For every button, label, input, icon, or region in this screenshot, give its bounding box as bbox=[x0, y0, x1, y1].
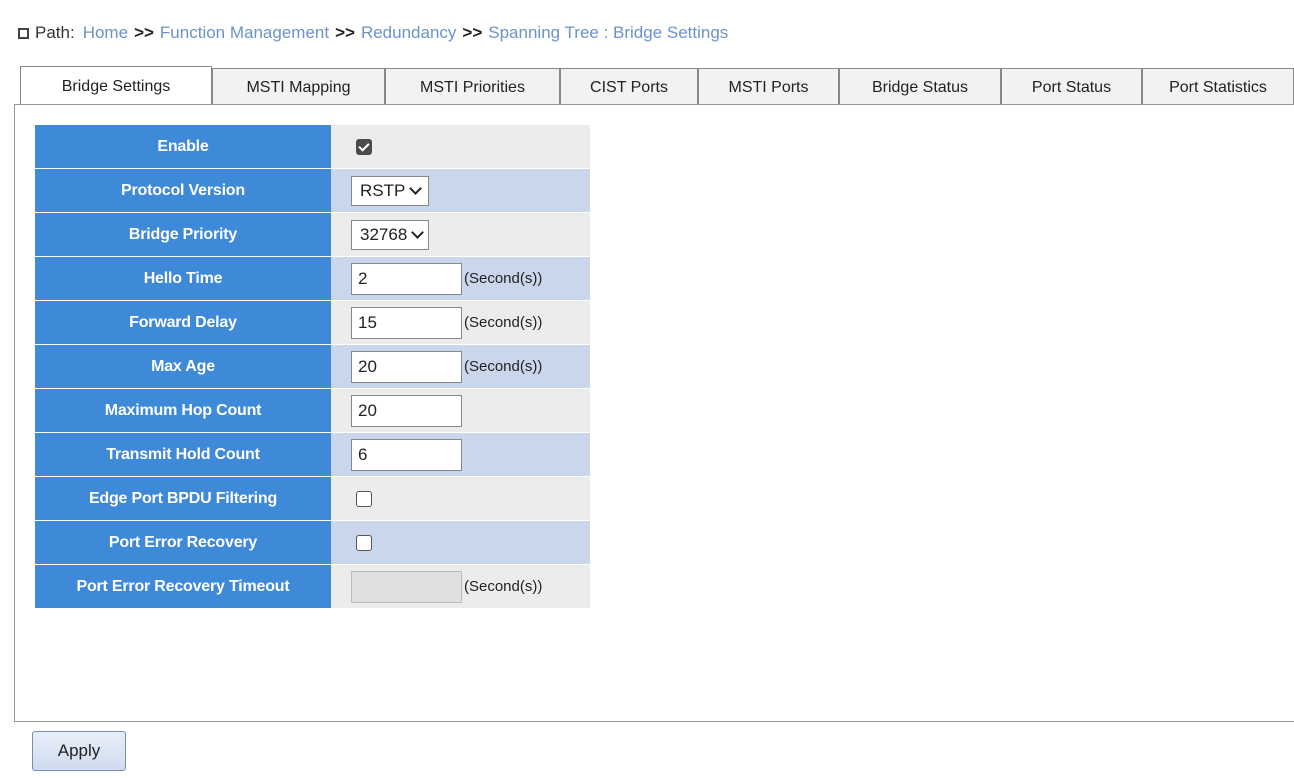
enable-label: Enable bbox=[35, 125, 331, 168]
form-row-protocol-version: Protocol Version RSTP bbox=[35, 169, 590, 212]
breadcrumb-home[interactable]: Home bbox=[83, 23, 128, 43]
breadcrumb-function-management[interactable]: Function Management bbox=[160, 23, 329, 43]
chevron-down-icon bbox=[411, 225, 425, 239]
tab-bridge-settings[interactable]: Bridge Settings bbox=[20, 66, 212, 106]
hello-time-unit: (Second(s)) bbox=[464, 270, 543, 287]
form-row-port-error-recovery: Port Error Recovery bbox=[35, 521, 590, 564]
breadcrumb-separator: >> bbox=[462, 23, 483, 42]
form-row-hello-time: Hello Time 2 (Second(s)) bbox=[35, 257, 590, 300]
form-row-edge-bpdu-filtering: Edge Port BPDU Filtering bbox=[35, 477, 590, 520]
tab-bridge-status[interactable]: Bridge Status bbox=[839, 68, 1001, 106]
bridge-settings-form: Enable Protocol Version RSTP Bridge Prio… bbox=[35, 125, 590, 609]
tab-port-statistics[interactable]: Port Statistics bbox=[1142, 68, 1294, 106]
breadcrumb-separator: >> bbox=[134, 23, 154, 42]
max-age-input[interactable]: 20 bbox=[351, 350, 462, 383]
bridge-priority-value: 32768 bbox=[360, 224, 408, 244]
tab-msti-priorities[interactable]: MSTI Priorities bbox=[385, 68, 560, 106]
path-square-icon bbox=[18, 27, 29, 39]
form-row-enable: Enable bbox=[35, 125, 590, 168]
breadcrumb: Path: Home >> Function Management >> Red… bbox=[18, 20, 728, 46]
transmit-hold-count-input[interactable]: 6 bbox=[351, 438, 462, 471]
form-row-bridge-priority: Bridge Priority 32768 bbox=[35, 213, 590, 256]
form-row-transmit-hold-count: Transmit Hold Count 6 bbox=[35, 433, 590, 476]
forward-delay-input[interactable]: 15 bbox=[351, 306, 462, 339]
bridge-priority-label: Bridge Priority bbox=[35, 213, 331, 256]
apply-button[interactable]: Apply bbox=[32, 731, 126, 771]
bridge-priority-select[interactable]: 32768 bbox=[351, 219, 430, 250]
max-hop-count-input[interactable]: 20 bbox=[351, 394, 462, 427]
form-row-max-age: Max Age 20 (Second(s)) bbox=[35, 345, 590, 388]
tab-bar: Bridge Settings MSTI Mapping MSTI Priori… bbox=[20, 66, 1294, 106]
port-error-recovery-checkbox[interactable] bbox=[356, 534, 372, 551]
enable-checkbox[interactable] bbox=[356, 138, 372, 155]
max-age-unit: (Second(s)) bbox=[464, 358, 543, 375]
form-row-max-hop-count: Maximum Hop Count 20 bbox=[35, 389, 590, 432]
transmit-hold-count-label: Transmit Hold Count bbox=[35, 433, 331, 476]
form-row-port-error-recovery-timeout: Port Error Recovery Timeout (Second(s)) bbox=[35, 565, 590, 608]
max-hop-count-label: Maximum Hop Count bbox=[35, 389, 331, 432]
protocol-version-value: RSTP bbox=[360, 180, 406, 200]
forward-delay-label: Forward Delay bbox=[35, 301, 331, 344]
protocol-version-select[interactable]: RSTP bbox=[351, 175, 430, 206]
form-row-forward-delay: Forward Delay 15 (Second(s)) bbox=[35, 301, 590, 344]
edge-bpdu-filtering-checkbox[interactable] bbox=[356, 490, 372, 507]
max-age-label: Max Age bbox=[35, 345, 331, 388]
hello-time-label: Hello Time bbox=[35, 257, 331, 300]
tab-port-status[interactable]: Port Status bbox=[1001, 68, 1142, 106]
port-error-recovery-label: Port Error Recovery bbox=[35, 521, 331, 564]
tab-msti-mapping[interactable]: MSTI Mapping bbox=[212, 68, 385, 106]
tab-msti-ports[interactable]: MSTI Ports bbox=[698, 68, 839, 106]
breadcrumb-separator: >> bbox=[335, 23, 355, 42]
hello-time-input[interactable]: 2 bbox=[351, 262, 462, 295]
edge-bpdu-filtering-label: Edge Port BPDU Filtering bbox=[35, 477, 331, 520]
chevron-down-icon bbox=[409, 181, 423, 195]
protocol-version-label: Protocol Version bbox=[35, 169, 331, 212]
port-error-recovery-timeout-unit: (Second(s)) bbox=[464, 578, 543, 595]
port-error-recovery-timeout-input bbox=[351, 570, 462, 603]
tab-cist-ports[interactable]: CIST Ports bbox=[560, 68, 698, 106]
breadcrumb-redundancy[interactable]: Redundancy bbox=[361, 23, 456, 43]
breadcrumb-current-page: Spanning Tree : Bridge Settings bbox=[488, 23, 729, 42]
forward-delay-unit: (Second(s)) bbox=[464, 314, 543, 331]
path-label: Path: bbox=[35, 23, 75, 42]
port-error-recovery-timeout-label: Port Error Recovery Timeout bbox=[35, 565, 331, 608]
settings-panel: Enable Protocol Version RSTP Bridge Prio… bbox=[14, 104, 1294, 722]
